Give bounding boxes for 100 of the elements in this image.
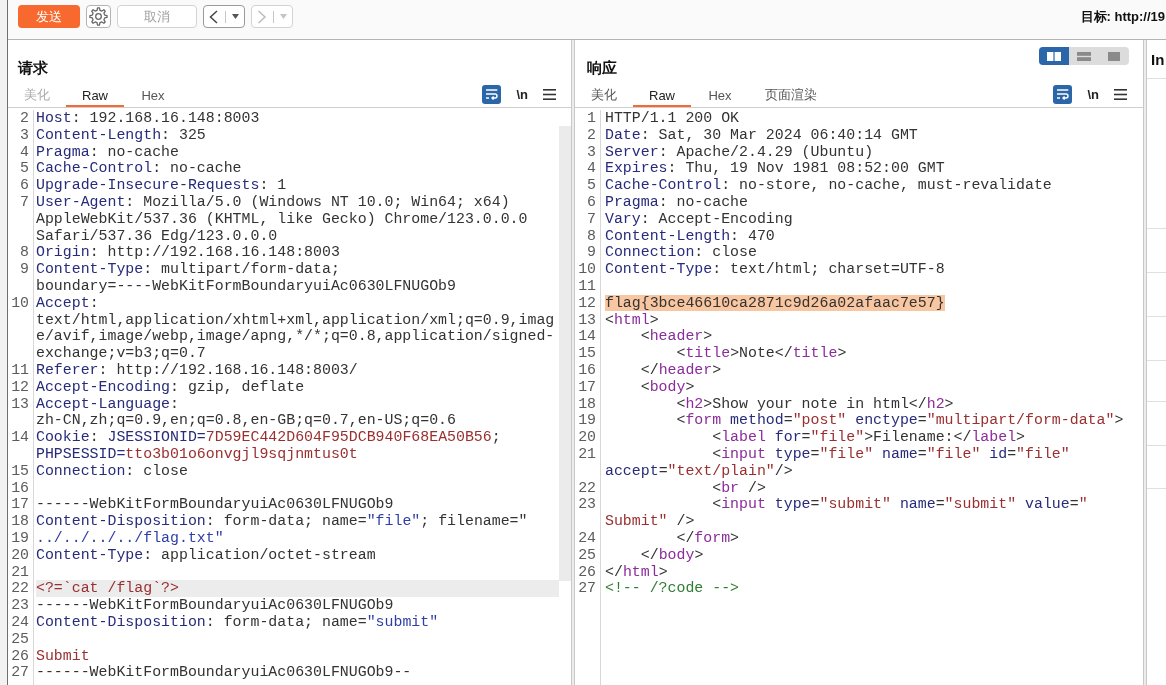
code-line: Accept-Encoding: gzip, deflate — [36, 378, 305, 396]
line-number: 17 — [11, 496, 29, 513]
tab[interactable]: Hex — [691, 85, 749, 107]
line-number: 9 — [20, 261, 29, 278]
menu-icon[interactable] — [543, 88, 556, 100]
code-line: ../../../../flag.txt" — [36, 529, 224, 547]
square-icon — [1108, 51, 1120, 61]
line-number: 27 — [578, 580, 596, 597]
caret-down-icon — [280, 14, 287, 19]
line-number: 22 — [578, 479, 596, 496]
code-line: ------WebKitFormBoundaryuiAc0630LFNUGOb9-- — [36, 664, 412, 682]
code-line: Content-Length: 470 — [605, 227, 775, 245]
line-number: 11 — [578, 277, 596, 294]
code-line: Upgrade-Insecure-Requests: 1 — [36, 177, 287, 194]
code-line: Cache-Control: no-store, no-cache, must-revalidate — [605, 177, 1052, 194]
settings-button[interactable] — [86, 5, 111, 28]
tab[interactable]: 页面渲染 — [749, 85, 833, 107]
line-number: 23 — [578, 496, 596, 513]
code-line: <h2>Show your note in html</h2> — [675, 395, 954, 413]
newline-toggle[interactable]: \n — [1086, 84, 1100, 104]
line-number: 15 — [578, 345, 596, 362]
code-line: <label for="file">Filename:</label> — [711, 429, 1026, 446]
code-line: <!-- /?code --> — [605, 580, 740, 598]
tab[interactable]: Raw — [633, 85, 691, 107]
line-number: 23 — [11, 597, 29, 614]
code-line: Content-Disposition: form-data; name="file"; filename=" — [36, 513, 528, 530]
code-line: Connection: close — [36, 462, 188, 480]
line-number: 20 — [11, 546, 29, 563]
line-number: 4 — [20, 143, 29, 160]
back-button[interactable] — [203, 5, 245, 28]
layout-option[interactable] — [1039, 47, 1069, 65]
line-number: 5 — [587, 177, 596, 194]
rows-icon — [1077, 51, 1091, 61]
code-line: Server: Apache/2.4.29 (Ubuntu) — [605, 143, 874, 161]
code-line: Content-Type: text/html; charset=UTF-8 — [605, 261, 945, 278]
code-line: </header> — [639, 361, 722, 379]
line-number: 13 — [11, 395, 29, 412]
line-number: 24 — [11, 613, 29, 630]
text-wrap-icon — [485, 88, 498, 100]
line-number: 26 — [11, 647, 29, 664]
code-line: Cookie: JSESSIONID=7D59EC442D604F95DCB940F68EA50B56; PHPSESSID=tto3b01o6onvgjl9sqjnmtus0t — [36, 429, 501, 463]
code-line: <body> — [639, 378, 695, 396]
line-number: 19 — [578, 412, 596, 429]
line-number: 24 — [578, 529, 596, 546]
chevron-left-icon — [209, 9, 219, 24]
line-number: 16 — [11, 479, 29, 496]
wrap-toggle[interactable] — [1053, 84, 1073, 104]
line-number: 13 — [578, 311, 596, 328]
code-line: User-Agent: Mozilla/5.0 (Windows NT 10.0; Win64; x64) AppleWebKit/537.36 (KHTML, like Gecko) Chrome/123.0.0.0 Safari/537.36 Edg/123.0.0.0 — [36, 194, 528, 245]
line-number: 19 — [11, 529, 29, 546]
code-line: Pragma: no-cache — [605, 194, 748, 211]
code-line: ------WebKitFormBoundaryuiAc0630LFNUGOb9 — [36, 597, 394, 614]
line-number: 21 — [11, 563, 29, 580]
line-number: 15 — [11, 462, 29, 479]
target-label: 目标: http://19 — [1080, 8, 1166, 26]
code-line: Accept: text/html,application/xhtml+xml,application/xml;q=0.9,imag e/avif,image/webp,image/apng,*/*;q=0.8,application/signed- exchange;v=b3;q=0.7 — [36, 294, 555, 362]
code-line: Content-Length: 325 — [36, 126, 206, 144]
scrollbar-thumb[interactable] — [559, 126, 571, 581]
wrap-toggle[interactable] — [482, 84, 502, 104]
code-line: ------WebKitFormBoundaryuiAc0630LFNUGOb9 — [36, 496, 394, 514]
line-number: 20 — [578, 429, 596, 446]
line-number: 10 — [11, 294, 29, 311]
line-number: 5 — [20, 160, 29, 177]
caret-down-icon — [232, 14, 239, 19]
line-number: 7 — [20, 194, 29, 210]
code-line: Pragma: no-cache — [36, 143, 179, 161]
menu-icon[interactable] — [1114, 88, 1127, 100]
code-line: </body> — [639, 546, 704, 564]
line-number: 3 — [20, 126, 29, 143]
code-line: Content-Type: application/octet-stream — [36, 546, 376, 564]
code-line: Host: 192.168.16.148:8003 — [36, 110, 260, 127]
code-line: Content-Disposition: form-data; name="submit" — [36, 613, 439, 631]
code-line: <form method="post" enctype="multipart/form-data"> — [675, 412, 1124, 430]
line-number: 4 — [587, 160, 596, 177]
tab[interactable]: Hex — [124, 85, 182, 107]
code-line: </form> — [675, 529, 740, 547]
line-number: 22 — [11, 580, 29, 597]
pane-title: 请求 — [18, 58, 48, 78]
tab[interactable]: 美化 — [575, 85, 633, 107]
code-line: <html> — [605, 311, 659, 329]
line-number: 25 — [578, 546, 596, 563]
line-number: 26 — [578, 563, 596, 580]
line-number: 16 — [578, 361, 596, 378]
settings-icon — [89, 7, 108, 26]
line-number: 18 — [11, 513, 29, 530]
line-number: 10 — [578, 261, 596, 278]
line-number: 6 — [587, 194, 596, 210]
line-number: 11 — [11, 361, 29, 378]
code-line: <header> — [639, 328, 713, 346]
code-line: <title>Note</title> — [675, 345, 847, 362]
code-line: <input type="submit" name="submit" value=" Submit" /> — [605, 496, 1088, 530]
newline-toggle[interactable]: \n — [515, 84, 529, 104]
code-line: <input type="file" name="file" id="file" accept="text/plain"/> — [605, 445, 1070, 480]
tab[interactable]: Raw — [66, 85, 124, 107]
code-line: Expires: Thu, 19 Nov 1981 08:52:00 GMT — [605, 160, 945, 178]
line-number: 21 — [578, 445, 596, 462]
code-line: Vary: Accept-Encoding — [605, 210, 793, 228]
pane-title: 响应 — [587, 58, 617, 78]
text-wrap-icon — [1056, 88, 1069, 100]
line-number: 27 — [11, 664, 29, 681]
